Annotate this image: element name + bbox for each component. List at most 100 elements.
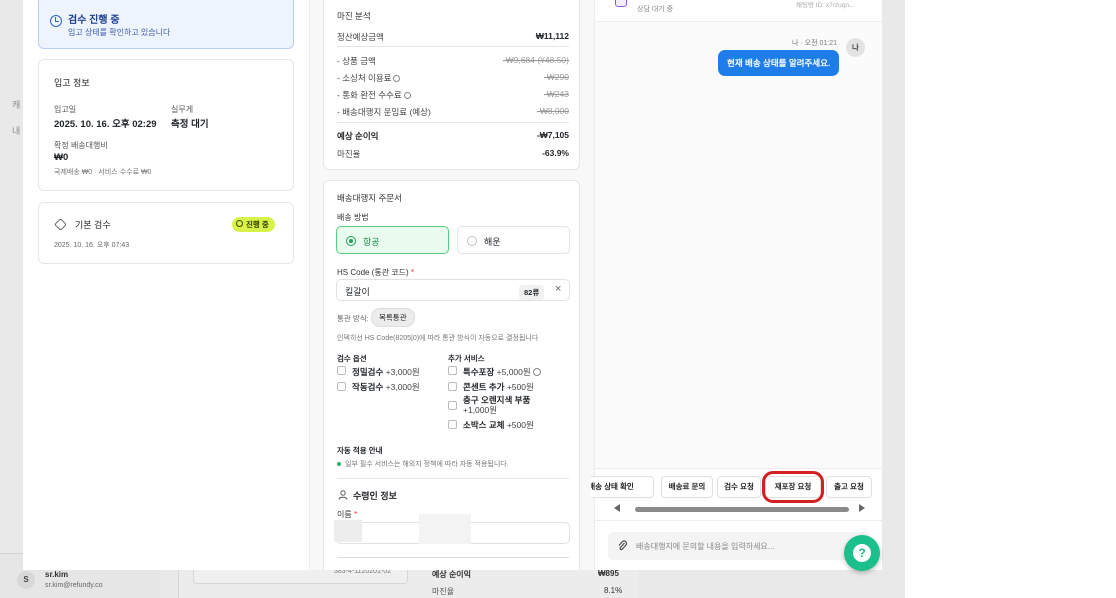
sidebar-fragment-2: 내: [12, 126, 21, 136]
net-profit-value: -₩7,105: [536, 130, 569, 140]
margin-row-label: - 통화 환전 수수료: [337, 90, 402, 100]
option-name: 정밀검수: [352, 367, 384, 377]
info-icon[interactable]: [403, 92, 411, 99]
inspection-status-badge: 진행 중: [232, 217, 275, 232]
bullet-dot: [337, 462, 341, 466]
confirmed-fee-value: ₩0: [54, 152, 69, 163]
margin-rate-label: 마진율: [337, 149, 361, 159]
quick-reply-label: 배송 상태 확인: [591, 482, 634, 491]
inbound-date-value: 2025. 10. 16. 오후 02:29: [54, 119, 157, 130]
forwarding-order-card: 배송대행지 주문서 배송 방법 항공 해운 HS Code (통관 코드) * …: [323, 180, 580, 570]
quick-reply-shipping-status[interactable]: 배송 상태 확인: [591, 476, 654, 498]
clock-check-icon: [50, 15, 62, 27]
option-name: 콘센트 추가: [463, 382, 505, 392]
margin-row-value: -₩9,684 (¥48.50): [502, 55, 569, 65]
redacted-region: [419, 514, 471, 544]
checkbox[interactable]: [337, 366, 346, 375]
quick-reply-shipping-fee[interactable]: 배송료 문의: [661, 476, 713, 498]
user-name: sr.kim: [45, 570, 69, 579]
user-avatar: S: [17, 571, 35, 589]
package-icon: [54, 218, 67, 231]
quick-reply-inspection[interactable]: 검수 요청: [717, 476, 761, 498]
paperclip-icon[interactable]: [618, 540, 627, 552]
shipping-method-sea[interactable]: 해운: [457, 226, 570, 254]
message-composer: 배송대행지에 문의할 내용을 입력하세요...: [595, 520, 882, 570]
order-detail-modal: 검수 진행 중 입고 상태를 확인하고 있습니다 입고 정보 입고일 2025.…: [23, 0, 882, 570]
checkbox[interactable]: [337, 382, 346, 391]
checkbox[interactable]: [448, 382, 457, 391]
confirmed-fee-label: 확정 배송대행비: [54, 141, 108, 150]
hs-code-input[interactable]: 킬갈이 82류 ×: [336, 279, 570, 301]
extra-service-parts: 충구 오렌지색 부품 +1,000원: [463, 395, 563, 415]
chip-scrollbar[interactable]: [625, 507, 853, 512]
checkbox[interactable]: [448, 420, 457, 429]
margin-analysis-card: 마진 분석 정산예상금액 ₩11,112 - 상품 금액 -₩9,684 (¥4…: [323, 0, 580, 170]
extra-service-special-pack: 특수포장 +5,000원: [463, 366, 541, 378]
inspection-title: 기본 검수: [75, 220, 111, 230]
checkbox[interactable]: [448, 401, 457, 410]
user-email: sr.kim@refundy.co: [45, 582, 103, 589]
recipient-name-label-text: 이름: [337, 510, 352, 519]
clock-icon: [236, 220, 243, 227]
option-name: 특수포장: [463, 367, 495, 377]
extra-service-outlet: 콘센트 추가 +500원: [463, 381, 534, 393]
clear-icon[interactable]: ×: [555, 283, 561, 295]
option-name: 충구 오렌지색 부품: [463, 395, 531, 405]
weight-label: 실무게: [171, 105, 194, 114]
margin-row-label: - 상품 금액: [337, 56, 376, 66]
margin-row-label-wrap: - 통화 환전 수수료: [337, 89, 411, 101]
required-mark: *: [353, 510, 358, 519]
hs-code-label: HS Code (통관 코드) *: [337, 267, 414, 278]
chat-panel: 상담 대기 중 채팅방 ID: x7rzuqn... 나 · 오전 01:21 …: [591, 0, 882, 570]
auto-apply-title: 자동 적용 안내: [337, 446, 383, 455]
person-icon: [338, 490, 348, 500]
bg-net-profit-label: 예상 순이익: [432, 570, 472, 579]
option-name: 작동검수: [352, 382, 384, 392]
customs-method-label: 통관 방식:: [337, 314, 369, 323]
shipping-method-air[interactable]: 항공: [336, 226, 449, 254]
scroll-left-icon[interactable]: [614, 504, 620, 512]
page-right-area: [905, 0, 1116, 598]
chat-status: 상담 대기 중: [637, 6, 674, 13]
inbound-title: 입고 정보: [54, 78, 90, 88]
scrollbar-thumb[interactable]: [635, 507, 849, 512]
help-fab-button[interactable]: ?: [844, 535, 880, 571]
margin-rate-value: -63.9%: [542, 148, 569, 158]
divider: [337, 46, 569, 47]
radio-icon: [467, 236, 477, 246]
inspection-date: 2025. 10. 16. 오후 07:43: [54, 242, 130, 249]
chat-room-id: 채팅방 ID: x7rzuqn...: [796, 2, 855, 9]
chat-messages: 나 · 오전 01:21 나 현재 배송 상태를 알려주세요.: [595, 22, 882, 468]
scroll-right-icon[interactable]: [859, 504, 865, 512]
divider: [337, 557, 569, 558]
option-price: +5,000원: [496, 367, 531, 377]
status-card: 검수 진행 중 입고 상태를 확인하고 있습니다: [38, 0, 294, 49]
status-title: 검수 진행 중: [68, 15, 120, 26]
option-price: +3,000원: [385, 382, 420, 392]
inspection-options-title: 검수 옵션: [337, 354, 367, 363]
quick-reply-release[interactable]: 출고 요청: [826, 476, 872, 498]
message-input[interactable]: 배송대행지에 문의할 내용을 입력하세요...: [608, 532, 870, 560]
info-icon[interactable]: [532, 368, 541, 376]
bg-margin-value: 8.1%: [604, 586, 623, 595]
highlight-box: [762, 471, 824, 503]
extra-service-box: 소박스 교체 +500원: [463, 419, 534, 431]
order-column: 마진 분석 정산예상금액 ₩11,112 - 상품 금액 -₩9,684 (¥4…: [310, 0, 594, 570]
option-price: +3,000원: [385, 367, 420, 377]
inspection-option-precise: 정밀검수 +3,000원: [352, 366, 420, 378]
margin-row-value: -₩243: [543, 89, 569, 99]
info-icon[interactable]: [393, 75, 401, 82]
checkbox[interactable]: [448, 366, 457, 375]
radio-selected-icon: [346, 236, 356, 246]
net-profit-label: 예상 순이익: [337, 131, 379, 141]
option-price: +1,000원: [463, 405, 498, 415]
status-subtitle: 입고 상태를 확인하고 있습니다: [68, 28, 171, 37]
margin-row-value: -₩8,000: [536, 106, 569, 116]
confirmed-fee-note: 국제배송 ₩0 · 서비스 수수료 ₩0: [54, 169, 152, 176]
option-price: +500원: [506, 420, 534, 430]
order-form-title: 배송대행지 주문서: [337, 193, 402, 203]
chat-channel-icon: [615, 0, 627, 7]
inspection-card[interactable]: 기본 검수 진행 중 2025. 10. 16. 오후 07:43: [38, 202, 294, 264]
bg-margin-label: 마진율: [432, 587, 455, 596]
settlement-label: 정산예상금액: [337, 32, 384, 42]
